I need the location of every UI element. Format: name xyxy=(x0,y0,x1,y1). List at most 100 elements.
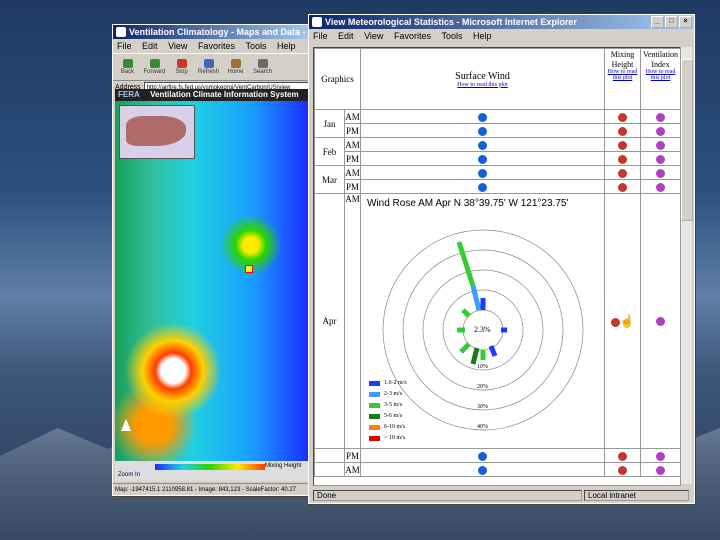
mixing-height-dot[interactable] xyxy=(618,168,627,178)
search-button[interactable]: Search xyxy=(250,56,275,78)
wind-rose[interactable]: Wind Rose AM Apr N 38°39.75' W 121°23.75… xyxy=(361,194,604,448)
vent-index-dot[interactable] xyxy=(656,112,665,122)
stats-table: Graphics Surface Wind How to read this p… xyxy=(314,48,680,477)
maximize-icon[interactable]: □ xyxy=(665,16,678,28)
month-row: Jan AM xyxy=(314,109,680,138)
menu-tools[interactable]: Tools xyxy=(437,31,466,41)
mixing-height-dot[interactable] xyxy=(618,465,627,475)
home-button[interactable]: Home xyxy=(223,56,248,78)
status-zone: Local intranet xyxy=(584,490,689,501)
vent-index-cell xyxy=(640,109,680,124)
mixing-height-dot[interactable] xyxy=(618,154,627,164)
surface-wind-help-link[interactable]: How to read this plot xyxy=(361,82,604,88)
month-row: PM xyxy=(315,123,680,138)
vent-index-dot[interactable] xyxy=(656,182,665,192)
surface-wind-dot[interactable] xyxy=(478,112,487,122)
speed-swatch xyxy=(369,435,380,441)
speed-label: 3-5 m/s xyxy=(384,402,403,408)
stats-statusbar: Done Local intranet xyxy=(313,490,689,501)
mixing-height-cell xyxy=(604,137,641,152)
vent-index-header: Ventilation Index How to read this plot xyxy=(640,48,680,110)
speed-swatch xyxy=(369,424,380,430)
mixing-height-dot[interactable] xyxy=(618,126,627,136)
legend-gradient xyxy=(155,464,265,470)
menu-edit[interactable]: Edit xyxy=(334,31,358,41)
vent-index-dot[interactable] xyxy=(656,317,665,327)
menu-favorites[interactable]: Favorites xyxy=(390,31,435,41)
table-header-row: Graphics Surface Wind How to read this p… xyxy=(314,48,680,110)
map-window-titlebar[interactable]: Ventilation Climatology - Maps and Data … xyxy=(113,25,313,39)
vent-index-dot[interactable] xyxy=(656,168,665,178)
vent-help-link[interactable]: How to read this plot xyxy=(641,69,680,81)
map-browser-window: Ventilation Climatology - Maps and Data … xyxy=(112,24,314,496)
vent-index-cell xyxy=(640,462,680,477)
mixing-height-dot[interactable] xyxy=(610,317,620,327)
refresh-button[interactable]: Refresh xyxy=(196,56,221,78)
stop-button[interactable]: Stop xyxy=(169,56,194,78)
vent-index-dot[interactable] xyxy=(656,465,665,475)
surface-wind-dot[interactable] xyxy=(478,168,487,178)
mixing-height-dot[interactable] xyxy=(618,451,627,461)
surface-wind-dot[interactable] xyxy=(478,182,487,192)
surface-wind-label: Surface Wind xyxy=(455,70,510,82)
map-window-title: Ventilation Climatology - Maps and Data … xyxy=(129,27,313,37)
mixing-height-dot[interactable] xyxy=(618,112,627,122)
surface-wind-cell xyxy=(360,462,605,477)
speed-label: > 10 m/s xyxy=(384,435,406,441)
menu-view[interactable]: View xyxy=(164,41,191,51)
forward-button[interactable]: Forward xyxy=(142,56,167,78)
vent-index-cell xyxy=(640,448,680,463)
period-label: AM xyxy=(344,165,361,180)
petal-ssw xyxy=(470,347,480,365)
menu-help[interactable]: Help xyxy=(273,41,300,51)
back-button[interactable]: Back xyxy=(115,56,140,78)
menu-file[interactable]: File xyxy=(113,41,136,51)
us-inset-map[interactable] xyxy=(119,105,195,159)
graphics-header: Graphics xyxy=(314,48,361,110)
stats-window-titlebar[interactable]: View Meteorological Statistics - Microso… xyxy=(309,15,694,29)
menu-edit[interactable]: Edit xyxy=(138,41,162,51)
refresh-icon xyxy=(203,59,214,68)
surface-wind-dot[interactable] xyxy=(478,140,487,150)
vent-index-dot[interactable] xyxy=(656,154,665,164)
petal-sse xyxy=(488,345,498,357)
hand-cursor-icon: ☝ xyxy=(619,313,635,328)
petal-nw xyxy=(461,308,471,318)
menu-view[interactable]: View xyxy=(360,31,387,41)
status-done: Done xyxy=(313,490,582,501)
menu-help[interactable]: Help xyxy=(469,31,496,41)
mixing-height-dot[interactable] xyxy=(618,140,627,150)
vent-index-cell xyxy=(640,137,680,152)
ventilation-map[interactable] xyxy=(115,101,309,461)
close-icon[interactable]: × xyxy=(679,16,692,28)
vent-index-dot[interactable] xyxy=(656,140,665,150)
month-label xyxy=(314,448,345,463)
vent-index-dot[interactable] xyxy=(656,451,665,461)
menu-favorites[interactable]: Favorites xyxy=(194,41,239,51)
surface-wind-cell xyxy=(360,123,605,138)
surface-wind-dot[interactable] xyxy=(478,126,487,136)
vertical-scrollbar[interactable] xyxy=(680,47,693,484)
speed-swatch xyxy=(369,391,380,397)
speed-legend-item: > 10 m/s xyxy=(369,435,405,441)
stop-icon xyxy=(176,59,187,68)
surface-wind-cell xyxy=(360,448,605,463)
vent-index-dot[interactable] xyxy=(656,126,665,136)
surface-wind-dot[interactable] xyxy=(478,465,487,475)
selected-location-marker[interactable] xyxy=(245,265,253,273)
mixing-height-header: Mixing Height How to read this plot xyxy=(604,48,641,110)
menu-tools[interactable]: Tools xyxy=(241,41,270,51)
zoom-in-button[interactable]: Zoom In xyxy=(118,472,140,478)
surface-wind-dot[interactable] xyxy=(478,451,487,461)
minimize-icon[interactable]: _ xyxy=(651,16,664,28)
menu-file[interactable]: File xyxy=(309,31,332,41)
mixing-help-link[interactable]: How to read this plot xyxy=(605,69,640,81)
vent-index-cell xyxy=(640,179,680,194)
mixing-height-dot[interactable] xyxy=(618,182,627,192)
map-toolbar: Back Forward Stop Refresh Home Search xyxy=(113,53,313,81)
surface-wind-dot[interactable] xyxy=(478,154,487,164)
period-label: PM xyxy=(344,448,361,463)
stats-menubar: File Edit View Favorites Tools Help xyxy=(309,29,694,43)
scrollbar-thumb[interactable] xyxy=(681,59,693,221)
mixing-height-label: Mixing Height xyxy=(610,50,635,69)
